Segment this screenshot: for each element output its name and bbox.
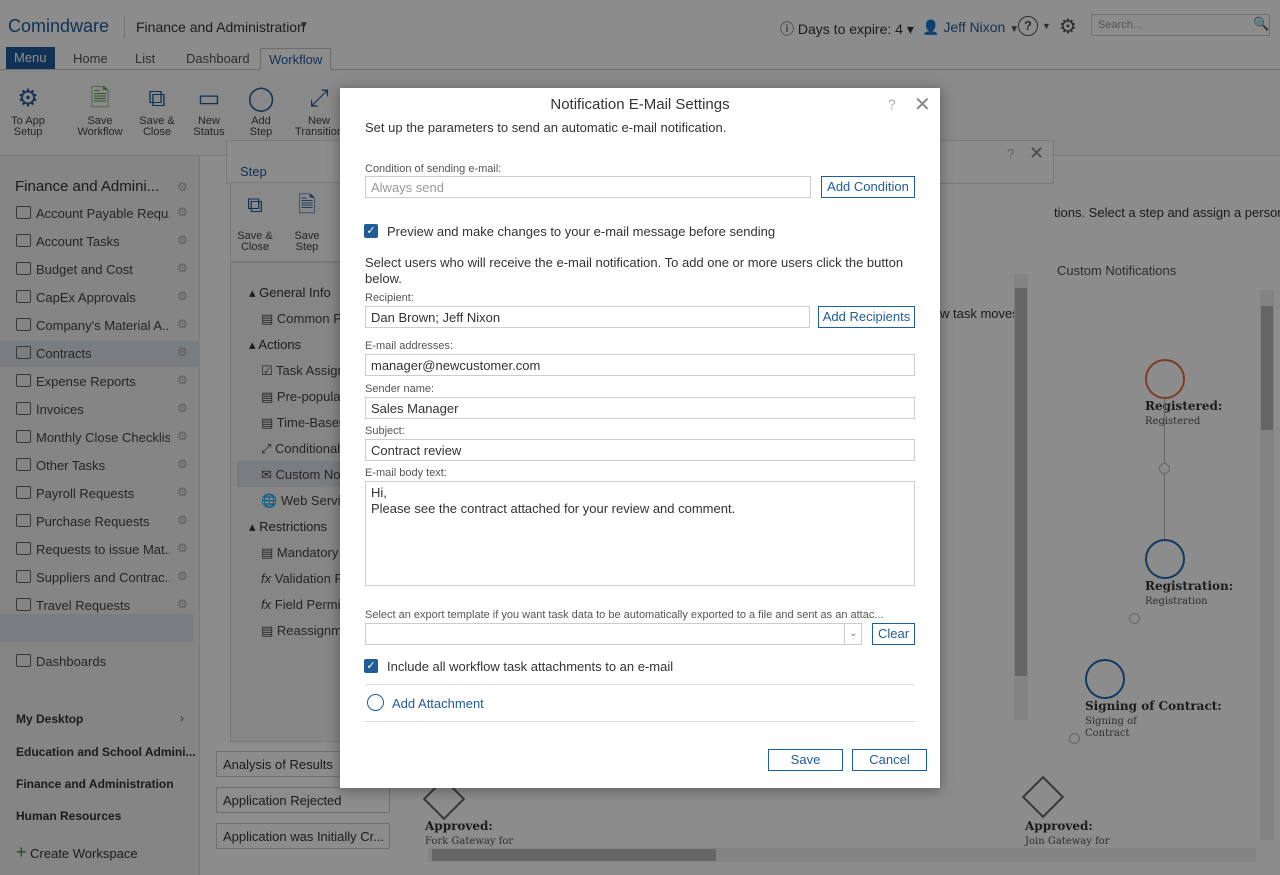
recipient-field[interactable]: Dan Brown; Jeff Nixon (365, 306, 810, 328)
add-attachment-link[interactable]: Add Attachment (392, 696, 484, 711)
body-label: E-mail body text: (365, 467, 447, 479)
chevron-down-icon[interactable]: ⌄ (844, 624, 861, 644)
body-line: Please see the contract attached for you… (371, 501, 736, 516)
email-addresses-field[interactable]: manager@newcustomer.com (365, 354, 915, 376)
include-attachments-checkbox[interactable]: ✓ (364, 659, 378, 673)
emails-label: E-mail addresses: (365, 340, 454, 352)
notification-email-dialog: Notification E-Mail Settings ? ✕ Set up … (340, 88, 940, 788)
recipients-help: Select users who will receive the e-mail… (365, 255, 904, 286)
sender-label: Sender name: (365, 383, 435, 395)
condition-label: Condition of sending e-mail: (365, 163, 502, 175)
dialog-description: Set up the parameters to send an automat… (365, 120, 727, 135)
add-condition-button[interactable]: Add Condition (821, 176, 915, 198)
add-recipients-button[interactable]: Add Recipients (818, 306, 915, 328)
clear-button[interactable]: Clear (872, 623, 915, 645)
export-template-label: Select an export template if you want ta… (365, 609, 884, 621)
attachment-icon[interactable] (367, 694, 384, 711)
subject-label: Subject: (365, 425, 405, 437)
preview-checkbox[interactable]: ✓ (364, 224, 378, 238)
help-icon[interactable]: ? (888, 96, 896, 112)
email-body-textarea[interactable]: Hi, Please see the contract attached for… (365, 481, 915, 586)
condition-field[interactable]: Always send (365, 176, 811, 198)
divider (365, 684, 915, 685)
dialog-title: Notification E-Mail Settings (550, 96, 730, 113)
divider (365, 721, 915, 722)
body-line: Hi, (371, 485, 387, 500)
subject-field[interactable]: Contract review (365, 439, 915, 461)
sender-name-field[interactable]: Sales Manager (365, 397, 915, 419)
recipient-label: Recipient: (365, 292, 414, 304)
cancel-button[interactable]: Cancel (852, 749, 927, 771)
preview-label: Preview and make changes to your e-mail … (387, 224, 776, 239)
include-attachments-label: Include all workflow task attachments to… (387, 659, 674, 674)
save-button[interactable]: Save (768, 749, 843, 771)
export-template-select[interactable]: ⌄ (365, 623, 862, 645)
close-icon[interactable]: ✕ (914, 92, 931, 117)
